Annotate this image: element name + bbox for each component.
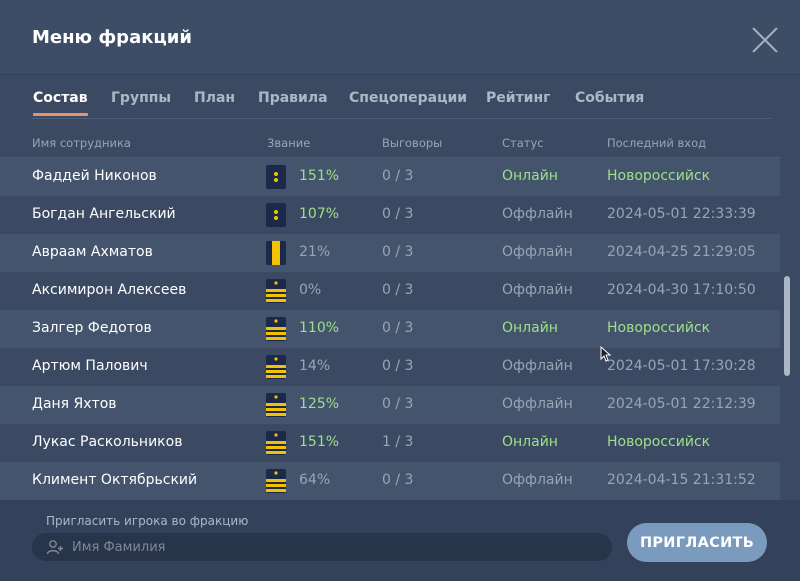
warnings-count: 0 / 3 [382, 282, 414, 298]
last-login: 2024-04-15 21:31:52 [607, 472, 756, 488]
member-list: Фаддей Никонов 151% 0 / 3 Онлайн Новороссийс… [0, 158, 780, 500]
member-name: Климент Октябрьский [32, 472, 198, 488]
close-icon[interactable] [751, 26, 779, 54]
member-name: Даня Яхтов [32, 396, 117, 412]
tabs-divider [32, 118, 772, 119]
warnings-count: 0 / 3 [382, 396, 414, 412]
scrollbar-thumb[interactable] [784, 276, 790, 376]
warnings-count: 0 / 3 [382, 244, 414, 260]
table-row[interactable]: Аксимирон Алексеев 0% 0 / 3 Оффлайн 2024-04-… [0, 272, 780, 310]
last-login: 2024-04-25 21:29:05 [607, 244, 756, 260]
window-title: Меню фракций [32, 27, 192, 48]
rank-insignia-icon [266, 165, 286, 189]
warnings-count: 0 / 3 [382, 168, 414, 184]
rank-insignia-icon [266, 279, 286, 303]
column-header-warnings: Выговоры [382, 136, 443, 150]
tab-special-ops[interactable]: Спецоперации [349, 90, 467, 114]
member-name: Авраам Ахматов [32, 244, 153, 260]
warnings-count: 0 / 3 [382, 206, 414, 222]
table-row[interactable]: Богдан Ангельский 107% 0 / 3 Оффлайн 2024-05… [0, 196, 780, 234]
member-name: Аксимирон Алексеев [32, 282, 187, 298]
rank-insignia-icon [266, 317, 286, 341]
rank-progress: 107% [299, 206, 340, 222]
rank-insignia-icon [266, 393, 286, 417]
status-badge: Оффлайн [502, 206, 573, 222]
table-row[interactable]: Климент Октябрьский 64% 0 / 3 Оффлайн 2024-0… [0, 462, 780, 500]
table-row[interactable]: Даня Яхтов 125% 0 / 3 Оффлайн 2024-05-01 22:… [0, 386, 780, 424]
member-name: Артюм Палович [32, 358, 148, 374]
last-login: 2024-04-30 17:10:50 [607, 282, 756, 298]
status-badge: Оффлайн [502, 472, 573, 488]
status-badge: Оффлайн [502, 282, 573, 298]
window-header: Меню фракций [0, 0, 800, 75]
status-badge: Онлайн [502, 320, 558, 336]
last-login: 2024-05-01 17:30:28 [607, 358, 756, 374]
status-badge: Оффлайн [502, 396, 573, 412]
column-header-last-login: Последний вход [607, 136, 707, 150]
invite-name-input[interactable] [32, 533, 612, 561]
rank-progress: 0% [299, 282, 322, 298]
mouse-cursor-icon [600, 346, 612, 362]
tab-groups[interactable]: Группы [111, 90, 171, 114]
tab-events[interactable]: События [575, 90, 644, 114]
table-row[interactable]: Артюм Палович 14% 0 / 3 Оффлайн 2024-05-01 1… [0, 348, 780, 386]
rank-insignia-icon [266, 431, 286, 455]
table-row[interactable]: Залгер Федотов 110% 0 / 3 Онлайн Новороссийс… [0, 310, 780, 348]
rank-progress: 21% [299, 244, 331, 260]
status-badge: Оффлайн [502, 244, 573, 260]
rank-progress: 14% [299, 358, 331, 374]
invite-label: Пригласить игрока во фракцию [46, 514, 249, 528]
table-row[interactable]: Авраам Ахматов 21% 0 / 3 Оффлайн 2024-04-25 … [0, 234, 780, 272]
status-badge: Онлайн [502, 434, 558, 450]
last-login: 2024-05-01 22:12:39 [607, 396, 756, 412]
member-name: Лукас Раскольников [32, 434, 183, 450]
member-name: Залгер Федотов [32, 320, 152, 336]
invite-button[interactable]: ПРИГЛАСИТЬ [627, 523, 767, 562]
rank-progress: 151% [299, 168, 340, 184]
user-add-icon [46, 540, 63, 555]
warnings-count: 0 / 3 [382, 472, 414, 488]
tab-roster[interactable]: Состав [33, 90, 88, 116]
rank-progress: 64% [299, 472, 331, 488]
status-badge: Онлайн [502, 168, 558, 184]
member-name: Фаддей Никонов [32, 168, 157, 184]
warnings-count: 0 / 3 [382, 358, 414, 374]
rank-insignia-icon [266, 241, 286, 265]
rank-insignia-icon [266, 203, 286, 227]
last-login: Новороссийск [607, 168, 711, 184]
tab-rules[interactable]: Правила [258, 90, 328, 114]
table-header: Имя сотрудника Звание Выговоры Статус По… [0, 136, 780, 156]
warnings-count: 1 / 3 [382, 434, 414, 450]
rank-insignia-icon [266, 469, 286, 493]
table-row[interactable]: Лукас Раскольников 151% 1 / 3 Онлайн Новорос… [0, 424, 780, 462]
last-login: Новороссийск [607, 320, 711, 336]
rank-progress: 151% [299, 434, 340, 450]
column-header-status: Статус [502, 136, 544, 150]
rank-progress: 110% [299, 320, 340, 336]
warnings-count: 0 / 3 [382, 320, 414, 336]
tab-plan[interactable]: План [194, 90, 235, 114]
last-login: Новороссийск [607, 434, 711, 450]
rank-progress: 125% [299, 396, 340, 412]
status-badge: Оффлайн [502, 358, 573, 374]
table-row[interactable]: Фаддей Никонов 151% 0 / 3 Онлайн Новороссийс… [0, 158, 780, 196]
invite-panel: Пригласить игрока во фракцию ПРИГЛАСИТЬ [0, 500, 800, 581]
rank-insignia-icon [266, 355, 286, 379]
column-header-rank: Звание [267, 136, 311, 150]
column-header-name: Имя сотрудника [32, 136, 131, 150]
tab-rating[interactable]: Рейтинг [486, 90, 550, 114]
last-login: 2024-05-01 22:33:39 [607, 206, 756, 222]
member-name: Богдан Ангельский [32, 206, 176, 222]
